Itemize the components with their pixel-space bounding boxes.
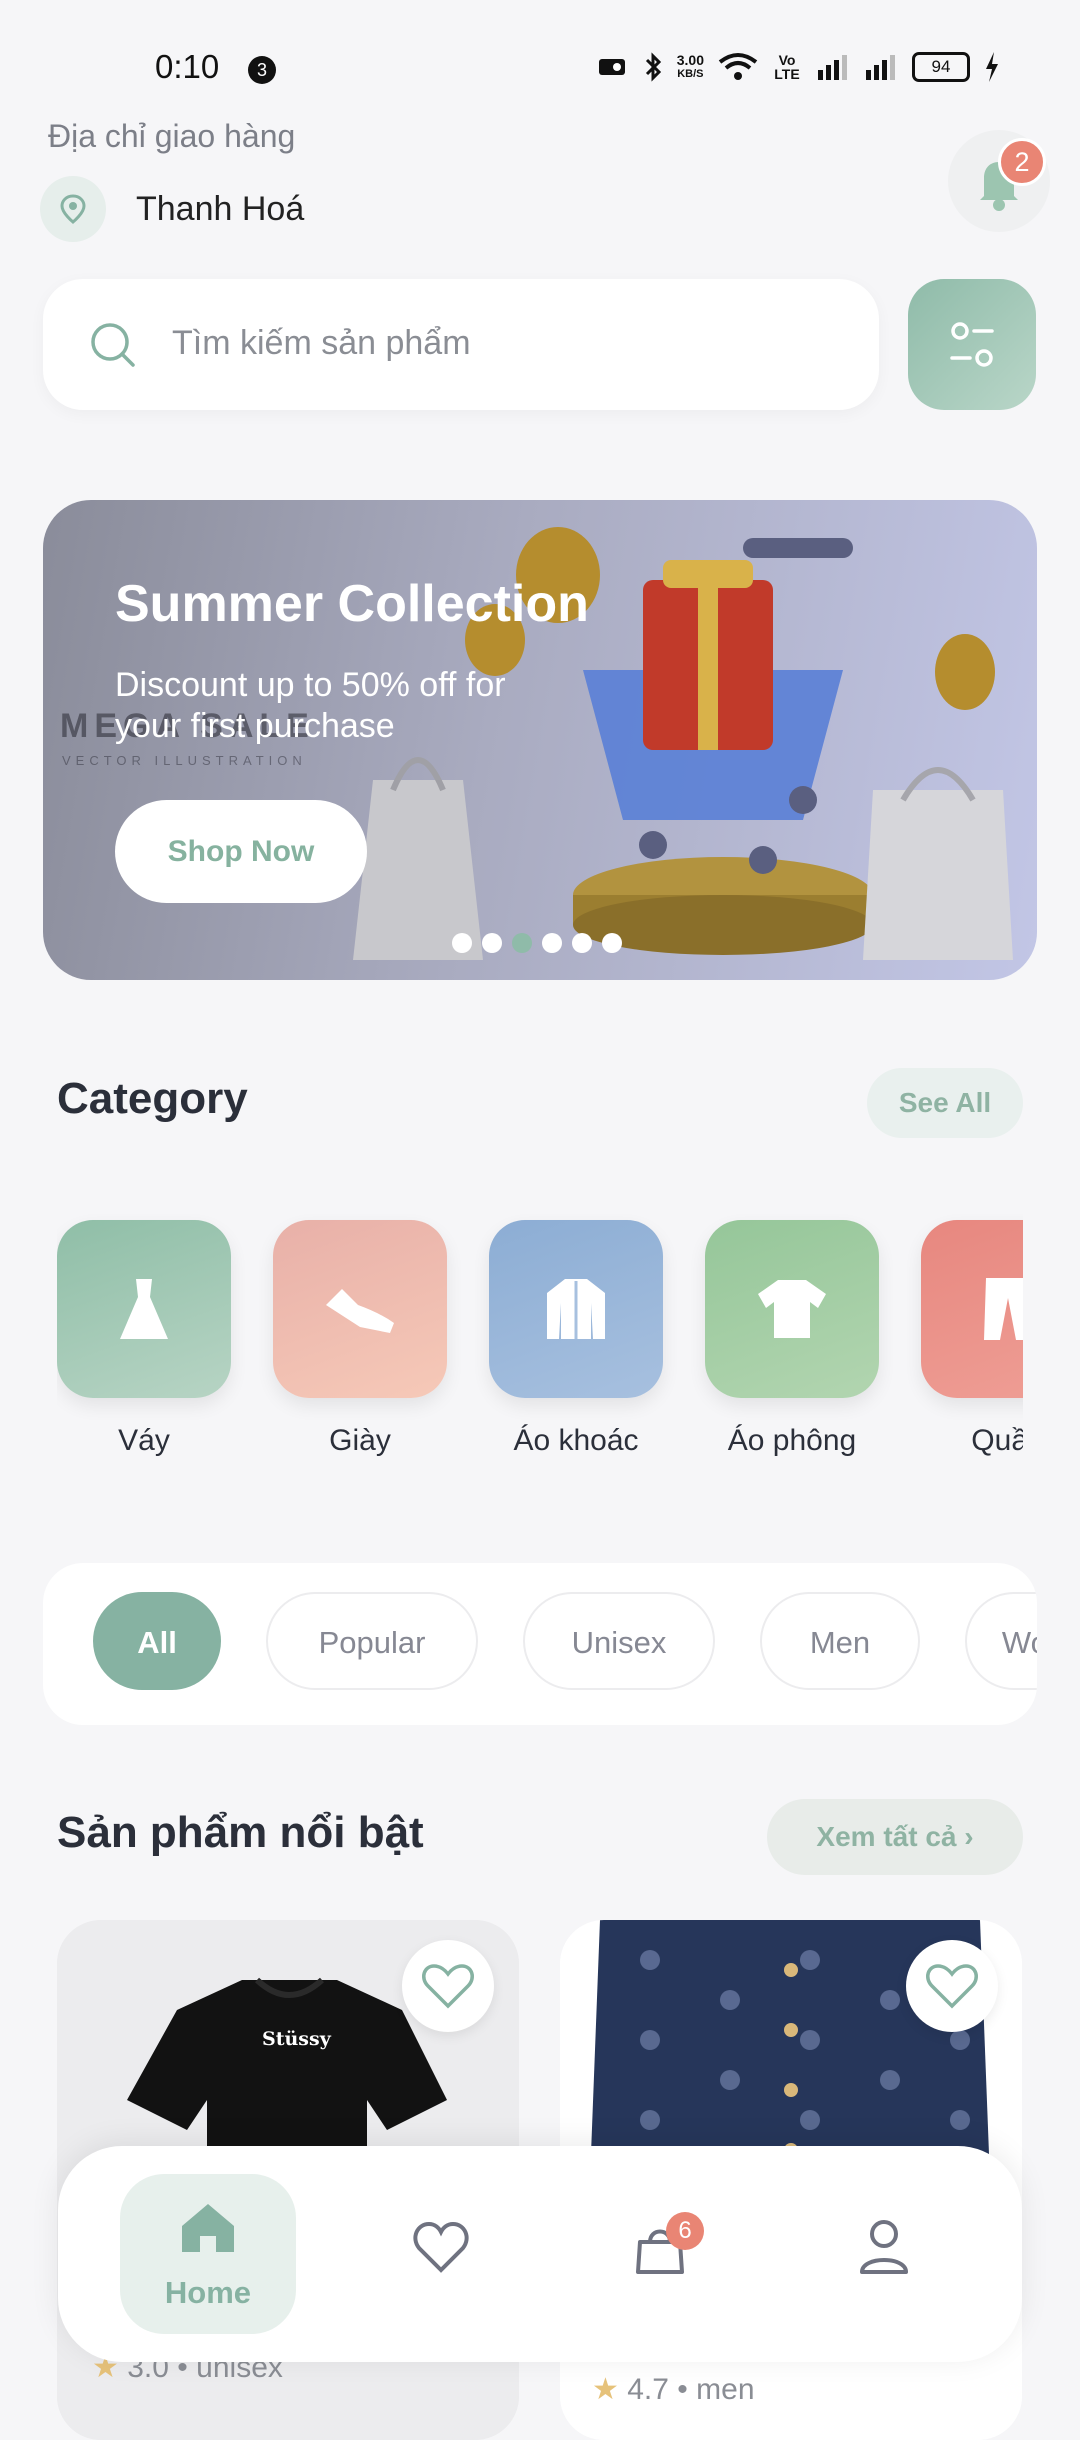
wifi-icon <box>718 53 758 80</box>
category-tile <box>705 1220 879 1398</box>
chip-all[interactable]: All <box>93 1592 221 1690</box>
chip-men[interactable]: Men <box>760 1592 920 1690</box>
category-item-giay[interactable]: Giày <box>273 1220 447 1458</box>
pagination-dot[interactable] <box>482 933 502 953</box>
location-pin-icon <box>40 176 106 242</box>
category-label: Quần <box>971 1424 1023 1457</box>
home-icon <box>182 2204 234 2252</box>
shop-now-button[interactable]: Shop Now <box>115 800 367 903</box>
pagination-dot-active[interactable] <box>512 933 532 953</box>
product-rating: ★ 4.7 • men <box>592 2373 755 2406</box>
sliders-icon <box>950 322 994 367</box>
filter-button[interactable] <box>908 279 1036 410</box>
favorite-button[interactable] <box>402 1940 494 2032</box>
heart-icon <box>422 1964 474 2009</box>
nav-favorites-heart-icon[interactable] <box>411 2218 471 2274</box>
category-title: Category <box>57 1074 248 1123</box>
heart-icon <box>926 1964 978 2009</box>
status-icons: 3.00 KB/S Vo LTE 94 <box>597 52 1000 82</box>
dress-icon <box>120 1279 168 1339</box>
category-label: Áo khoác <box>513 1424 639 1457</box>
category-label: Váy <box>118 1424 170 1457</box>
product-brand-logo: Stüssy <box>262 2028 331 2050</box>
category-item-vay[interactable]: Váy <box>57 1220 231 1458</box>
banner-pagination <box>452 933 622 953</box>
chip-women[interactable]: Women <box>965 1592 1037 1690</box>
nfc-icon <box>598 59 625 75</box>
category-tile <box>57 1220 231 1398</box>
banner-subtitle: Discount up to 50% off for your first pu… <box>115 666 506 745</box>
charging-icon <box>986 52 998 82</box>
signal-icon <box>818 55 847 80</box>
signal-icon-2 <box>866 55 895 80</box>
pants-icon <box>984 1278 1023 1340</box>
pagination-dot[interactable] <box>542 933 562 953</box>
chip-popular[interactable]: Popular <box>266 1592 478 1690</box>
banner-title: Summer Collection <box>115 575 589 633</box>
featured-title: Sản phẩm nổi bật <box>57 1808 424 1857</box>
filter-chips: All Popular Unisex Men Women <box>43 1563 1037 1725</box>
delivery-address-label: Địa chỉ giao hàng <box>48 118 296 154</box>
pagination-dot[interactable] <box>572 933 592 953</box>
category-tile <box>921 1220 1023 1398</box>
category-tile <box>489 1220 663 1398</box>
network-speed: 3.00 KB/S <box>676 52 704 80</box>
search-icon <box>91 323 135 367</box>
status-notification-count: 3 <box>248 56 276 84</box>
bluetooth-icon <box>645 52 661 82</box>
favorite-button[interactable] <box>906 1940 998 2032</box>
nav-home-label: Home <box>164 2275 252 2310</box>
view-all-button[interactable]: Xem tất cả › <box>767 1799 1023 1875</box>
pagination-dot[interactable] <box>602 933 622 953</box>
category-label: Giày <box>329 1424 391 1457</box>
tshirt-icon <box>758 1280 826 1338</box>
cart-badge: 6 <box>666 2212 704 2250</box>
category-item-ao-phong[interactable]: Áo phông <box>705 1220 879 1458</box>
category-item-quan[interactable]: Quần <box>921 1220 1023 1458</box>
jacket-icon <box>547 1279 605 1339</box>
see-all-button[interactable]: See All <box>867 1068 1023 1138</box>
category-label: Áo phông <box>727 1424 857 1457</box>
category-list: Váy Giày Áo khoác Áo phông Quần <box>57 1210 1023 1480</box>
chip-unisex[interactable]: Unisex <box>523 1592 715 1690</box>
pagination-dot[interactable] <box>452 933 472 953</box>
nav-profile-user-icon[interactable] <box>856 2216 912 2276</box>
star-icon: ★ <box>592 2373 619 2406</box>
search-input[interactable]: Tìm kiếm sản phẩm <box>172 324 471 363</box>
status-time: 0:10 <box>155 48 220 85</box>
volte-indicator: Vo LTE <box>774 52 800 82</box>
category-item-ao-khoac[interactable]: Áo khoác <box>489 1220 663 1458</box>
delivery-city[interactable]: Thanh Hoá <box>136 190 304 229</box>
notification-badge: 2 <box>998 138 1046 186</box>
shoe-icon <box>326 1289 394 1333</box>
banner-watermark-sub: VECTOR ILLUSTRATION <box>62 753 307 768</box>
category-tile <box>273 1220 447 1398</box>
battery-icon: 94 <box>912 52 970 82</box>
